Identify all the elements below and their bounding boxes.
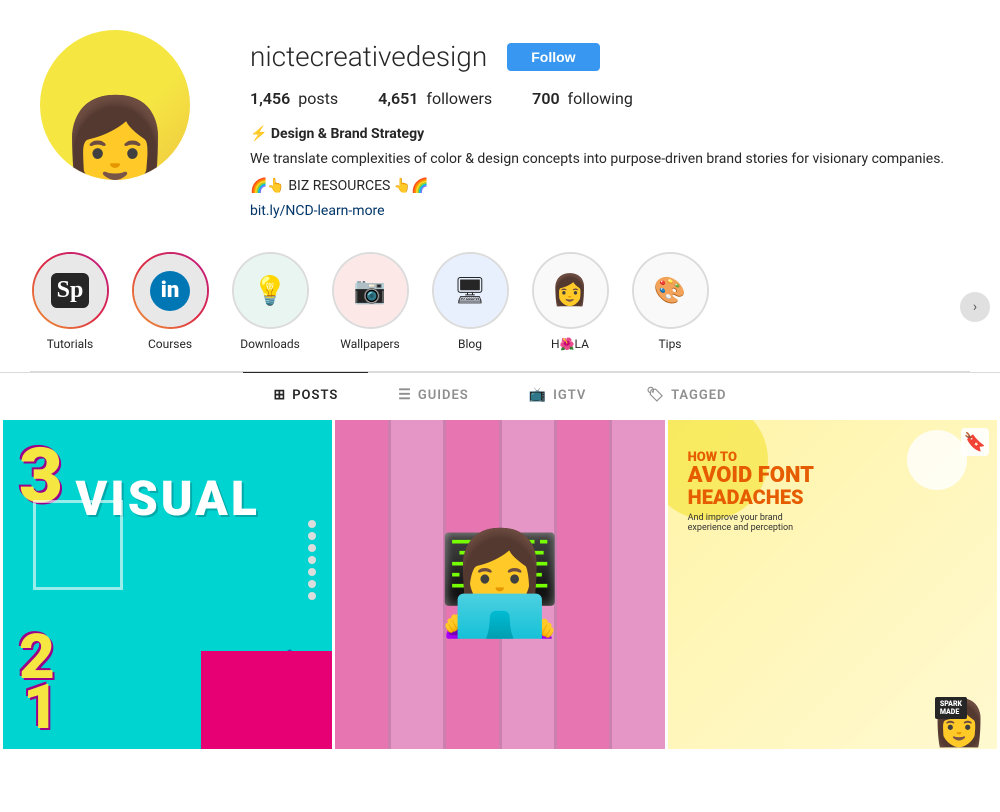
highlight-tips[interactable]: 🎨 Tips [630, 252, 710, 351]
tab-guides[interactable]: ☰ GUIDES [368, 372, 498, 417]
tips-label: Tips [658, 337, 681, 351]
courses-icon-bg: in [134, 254, 207, 327]
followers-stat: 4,651 followers [378, 89, 492, 108]
pearl-decoration [302, 520, 322, 640]
post-photo-2: 👩‍💻 👩 [335, 420, 664, 749]
monitor-icon: 🖥 [453, 276, 486, 306]
highlight-tutorials[interactable]: Sp Tutorials [30, 252, 110, 351]
highlight-circle-tips: 🎨 [632, 252, 709, 329]
blog-icon-bg: 🖥 [434, 254, 507, 327]
palette-icon: 🎨 [654, 276, 686, 306]
followers-label: followers [426, 89, 492, 108]
highlight-hola[interactable]: 👩 H🌺LA [530, 252, 610, 351]
following-label: following [568, 89, 633, 108]
bookmark-icon: 🔖 [964, 432, 986, 453]
post3-improve: And improve your brandexperience and per… [688, 513, 927, 533]
tagged-tab-icon: 🏷 [646, 387, 665, 403]
post3-save-icon-wrapper: 🔖 [961, 428, 989, 456]
post-item-1[interactable]: 3 VISUAL 2 1 🖌️ [3, 420, 332, 749]
bio-name: ⚡ Design & Brand Strategy [250, 124, 960, 145]
igtv-tab-label: IGTV [553, 388, 586, 403]
guides-tab-label: GUIDES [418, 388, 469, 403]
bio-biz: 🌈👆 BIZ RESOURCES 👆🌈 [250, 176, 960, 197]
followers-count: 4,651 [378, 89, 418, 108]
tab-bar: ⊞ POSTS ☰ GUIDES 📺 IGTV 🏷 TAGGED [0, 372, 1000, 417]
guides-tab-icon: ☰ [398, 387, 412, 403]
avatar: 👩 [40, 30, 190, 180]
post3-headaches: HEADACHES [688, 487, 927, 507]
bio-section: ⚡ Design & Brand Strategy We translate c… [250, 124, 960, 222]
highlight-downloads[interactable]: 💡 Downloads [230, 252, 310, 351]
bulb-icon: 💡 [253, 274, 288, 307]
posts-stat: 1,456 posts [250, 89, 338, 108]
profile-info: nictecreativedesign Follow 1,456 posts 4… [250, 30, 960, 222]
linkedin-icon: in [150, 271, 190, 311]
highlight-circle-courses: in [132, 252, 209, 329]
post-item-3[interactable]: HOW TO AVOID FONT HEADACHES And improve … [668, 420, 997, 749]
posts-grid: 3 VISUAL 2 1 🖌️ [0, 417, 1000, 752]
highlight-circle-downloads: 💡 [232, 252, 309, 329]
post-item-2[interactable]: 👩‍💻 👩 [335, 420, 664, 749]
follow-button[interactable]: Follow [507, 43, 599, 71]
tab-tagged[interactable]: 🏷 TAGGED [616, 372, 756, 417]
username: nictecreativedesign [250, 40, 487, 73]
blog-label: Blog [458, 337, 482, 351]
highlight-circle-wallpapers: 📷 [332, 252, 409, 329]
post-visual-1: 3 VISUAL 2 1 🖌️ [3, 420, 332, 749]
sp-icon: Sp [51, 273, 90, 308]
downloads-label: Downloads [240, 337, 300, 351]
highlight-blog[interactable]: 🖥 Blog [430, 252, 510, 351]
following-count: 700 [532, 89, 559, 108]
igtv-tab-icon: 📺 [529, 387, 547, 403]
wallpapers-label: Wallpapers [340, 337, 399, 351]
highlight-courses[interactable]: in Courses [130, 252, 210, 351]
following-stat: 700 following [532, 89, 633, 108]
posts-tab-label: POSTS [292, 388, 338, 403]
hola-label: H🌺LA [551, 337, 589, 351]
courses-label: Courses [148, 337, 192, 351]
highlight-circle-blog: 🖥 [432, 252, 509, 329]
highlight-circle-tutorials: Sp [32, 252, 109, 329]
spark-badge: SPARKMADE [935, 697, 967, 719]
person-icon: 👩 [551, 273, 588, 308]
post1-square-accent [33, 500, 123, 590]
save-badge: 🔖 [961, 428, 989, 456]
post2-person-emoji: 👩‍💻 [438, 526, 563, 643]
post3-text: HOW TO AVOID FONT HEADACHES And improve … [688, 450, 927, 533]
profile-top: nictecreativedesign Follow [250, 40, 960, 73]
tutorials-icon-bg: Sp [34, 254, 107, 327]
tab-posts[interactable]: ⊞ POSTS [243, 372, 368, 417]
posts-label: posts [298, 89, 338, 108]
tab-igtv[interactable]: 📺 IGTV [499, 372, 617, 417]
post1-number1: 1 [23, 677, 59, 739]
tips-icon-bg: 🎨 [634, 254, 707, 327]
downloads-icon-bg: 💡 [234, 254, 307, 327]
tutorials-label: Tutorials [47, 337, 94, 351]
stats-row: 1,456 posts 4,651 followers 700 followin… [250, 89, 960, 108]
hola-icon-bg: 👩 [534, 254, 607, 327]
highlight-wallpapers[interactable]: 📷 Wallpapers [330, 252, 410, 351]
lightning-icon: ⚡ [250, 126, 267, 142]
posts-count: 1,456 [250, 89, 290, 108]
bio-link[interactable]: bit.ly/NCD-learn-more [250, 203, 385, 219]
posts-tab-icon: ⊞ [273, 387, 286, 403]
post3-avoid: AVOID FONT [688, 465, 927, 487]
highlight-circle-hola: 👩 [532, 252, 609, 329]
post2-person-wrapper: 👩‍💻 👩 [335, 420, 664, 749]
highlights-section: Sp Tutorials in Courses 💡 Downloads 📷 Wa… [0, 242, 1000, 371]
chevron-right-icon: › [973, 299, 977, 315]
post1-magenta-accent [201, 651, 333, 750]
bio-text: We translate complexities of color & des… [250, 149, 960, 170]
profile-section: 👩 nictecreativedesign Follow 1,456 posts… [0, 0, 1000, 242]
camera-icon: 📷 [354, 276, 386, 306]
post-font-3: HOW TO AVOID FONT HEADACHES And improve … [668, 420, 997, 749]
avatar-image: 👩 [59, 100, 171, 180]
wallpapers-icon-bg: 📷 [334, 254, 407, 327]
highlights-scroll-right[interactable]: › [960, 292, 990, 322]
tagged-tab-label: TAGGED [671, 388, 726, 403]
